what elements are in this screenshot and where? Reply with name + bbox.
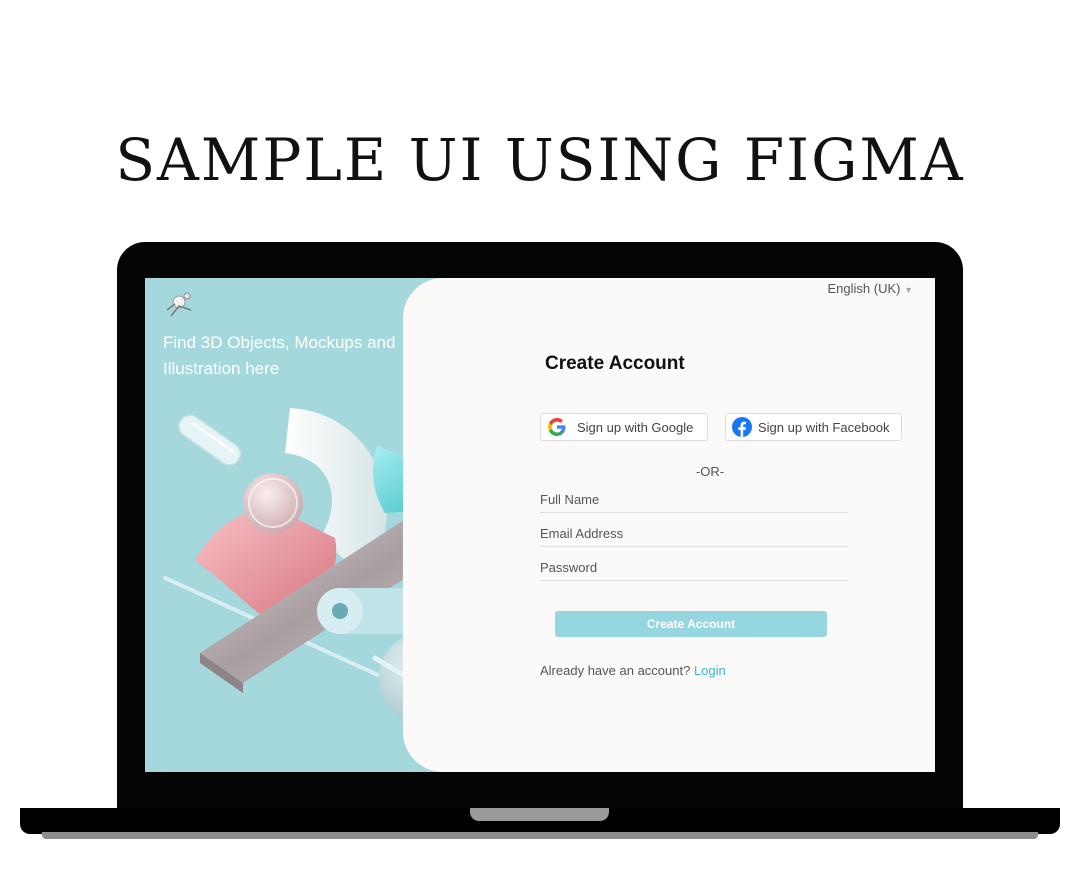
hero-tagline: Find 3D Objects, Mockups and Illustratio… <box>163 333 396 378</box>
full-name-field[interactable]: Full Name <box>540 492 848 513</box>
full-name-input[interactable] <box>540 492 848 510</box>
login-prompt-text: Already have an account? <box>540 663 691 678</box>
create-account-button[interactable]: Create Account <box>555 611 827 637</box>
facebook-icon <box>732 417 752 437</box>
app-screen: Find 3D Objects, Mockups and Illustratio… <box>145 278 935 772</box>
login-link[interactable]: Login <box>694 663 726 678</box>
laptop-base-shadow <box>42 832 1038 839</box>
facebook-signup-button[interactable]: Sign up with Facebook <box>725 413 902 441</box>
laptop-notch <box>470 808 609 821</box>
google-signup-button[interactable]: Sign up with Google <box>540 413 708 441</box>
google-signup-label: Sign up with Google <box>577 419 694 435</box>
or-divider: -OR- <box>695 464 725 479</box>
facebook-signup-label: Sign up with Facebook <box>758 419 890 435</box>
language-label: English (UK) <box>827 281 901 296</box>
login-prompt: Already have an account? Login <box>540 663 726 678</box>
caret-down-icon: ▼ <box>904 285 913 295</box>
password-input[interactable] <box>540 560 848 578</box>
email-field[interactable]: Email Address <box>540 526 848 547</box>
form-title: Create Account <box>545 353 685 374</box>
password-field[interactable]: Password <box>540 560 848 581</box>
google-icon <box>548 418 566 436</box>
email-input[interactable] <box>540 526 848 544</box>
language-selector[interactable]: English (UK) ▼ <box>827 281 913 296</box>
logo-icon <box>166 292 192 317</box>
page-heading: SAMPLE UI USING FIGMA <box>115 126 965 194</box>
